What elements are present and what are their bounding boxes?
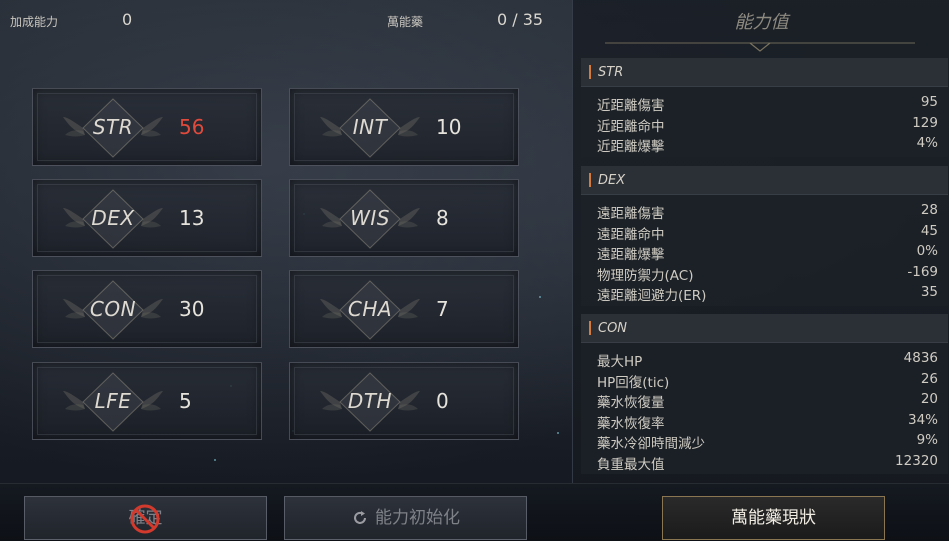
particle [557, 432, 559, 434]
stat-card-cha[interactable]: CHA 7 [289, 270, 519, 348]
stat-name: DTH [347, 389, 393, 413]
stat-card-dex[interactable]: DEX 13 [32, 179, 262, 257]
stat-detail-label: 近距離爆擊 [597, 139, 665, 155]
stat-detail-row: 遠距離爆擊 0% [581, 241, 948, 263]
stat-detail-label: 藥水冷卻時間減少 [597, 436, 705, 452]
stat-detail-label: 近距離傷害 [597, 98, 665, 114]
stat-name: INT [352, 115, 388, 139]
elixir-status-label: 萬能藥現狀 [731, 508, 816, 528]
section-header: CON [581, 314, 948, 343]
stat-detail-row: 遠距離命中 45 [581, 221, 948, 243]
stat-detail-label: 遠距離迴避力(ER) [597, 288, 707, 304]
bonus-stat-label: 加成能力 [10, 15, 59, 29]
stat-detail-label: 物理防禦力(AC) [597, 267, 694, 284]
section-title: STR [598, 65, 624, 80]
stat-detail-value: 95 [920, 94, 938, 110]
accent-bar [589, 173, 591, 187]
particle [214, 459, 216, 461]
bonus-stat-value: 0 [122, 10, 133, 29]
stat-card-int[interactable]: INT 10 [289, 88, 519, 166]
stat-detail-row: 物理防禦力(AC) -169 [581, 262, 948, 284]
stat-detail-label: 最大HP [597, 354, 643, 370]
refresh-icon [354, 511, 366, 524]
stat-detail-value: 35 [920, 284, 938, 300]
stat-detail-row: 近距離爆擊 4% [581, 133, 948, 155]
stat-detail-label: 負重最大值 [597, 456, 665, 473]
stat-detail-label: 遠距離命中 [597, 226, 665, 243]
section-header: DEX [581, 166, 948, 195]
stat-value: 5 [179, 389, 192, 413]
section-str: STR 近距離傷害 95 近距離命中 129 近距離爆擊 4% [581, 58, 948, 157]
stat-detail-value: 45 [920, 222, 938, 239]
stat-detail-row: 藥水恢復率 34% [581, 410, 948, 432]
stat-name: CHA [347, 297, 393, 321]
stat-detail-label: 藥水恢復量 [597, 395, 665, 411]
stat-detail-row: 近距離命中 129 [581, 113, 948, 135]
stat-detail-label: HP回復(tic) [597, 374, 670, 391]
stat-card-str[interactable]: STR 56 [32, 88, 262, 166]
prohibited-icon [130, 504, 160, 534]
stat-name: DEX [91, 206, 135, 230]
stat-detail-row: 近距離傷害 95 [581, 92, 948, 114]
stat-name: LFE [94, 389, 132, 413]
stat-detail-value: 34% [907, 411, 938, 428]
stat-detail-value: 26 [920, 370, 938, 387]
panel-title: 能力值 [734, 12, 789, 33]
stat-value: 13 [179, 206, 205, 230]
stat-name: STR [92, 115, 134, 139]
stat-detail-label: 藥水恢復率 [597, 415, 665, 432]
stat-detail-value: 0% [916, 243, 938, 259]
stat-detail-value: 9% [916, 432, 938, 448]
stat-detail-row: 遠距離傷害 28 [581, 200, 948, 222]
stat-value: 56 [179, 115, 205, 139]
stat-detail-label: 遠距離爆擊 [597, 247, 665, 263]
stat-detail-value: 28 [920, 202, 938, 218]
stat-card-con[interactable]: CON 30 [32, 270, 262, 348]
elixir-status-button[interactable]: 萬能藥現狀 [662, 496, 885, 540]
section-dex: DEX 遠距離傷害 28 遠距離命中 45 遠距離爆擊 0% 物理防禦力(AC) -169 遠距離… [581, 166, 948, 306]
reset-stats-button[interactable]: 能力初始化 [284, 496, 527, 540]
top-bar: 加成能力 0 萬能藥 0 / 35 [0, 0, 572, 40]
stat-value: 30 [179, 297, 205, 321]
stat-detail-value: 4836 [903, 350, 938, 366]
stat-detail-row: 負重最大值 12320 [581, 451, 948, 473]
reset-stats-label: 能力初始化 [375, 508, 460, 528]
confirm-button[interactable]: 確定 [24, 496, 267, 540]
section-title: CON [598, 321, 628, 336]
section-con: CON 最大HP 4836 HP回復(tic) 26 藥水恢復量 20 藥水恢復率 34% 藥水冷… [581, 314, 948, 474]
particle [539, 296, 541, 298]
stat-name: WIS [350, 206, 390, 230]
stat-value: 8 [436, 206, 449, 230]
accent-bar [589, 321, 591, 335]
stat-card-wis[interactable]: WIS 8 [289, 179, 519, 257]
stat-detail-row: 遠距離迴避力(ER) 35 [581, 282, 948, 304]
stat-detail-label: 遠距離傷害 [597, 206, 665, 222]
section-header: STR [581, 58, 948, 87]
stat-detail-value: 129 [912, 114, 938, 131]
stat-value: 7 [436, 297, 449, 321]
stat-detail-value: 4% [916, 135, 938, 151]
section-title: DEX [598, 173, 626, 188]
stat-detail-value: -169 [907, 263, 938, 280]
stat-name: CON [89, 297, 137, 321]
accent-bar [589, 65, 591, 79]
stat-value: 0 [436, 389, 449, 413]
stat-value: 10 [436, 115, 462, 139]
elixir-label: 萬能藥 [387, 15, 424, 29]
stat-detail-row: 藥水恢復量 20 [581, 389, 948, 411]
stat-card-dth[interactable]: DTH 0 [289, 362, 519, 440]
stat-detail-label: 近距離命中 [597, 118, 665, 135]
elixir-count: 0 / 35 [497, 10, 544, 29]
stat-detail-value: 20 [920, 391, 938, 407]
stat-detail-row: 藥水冷卻時間減少 9% [581, 430, 948, 452]
stat-detail-row: 最大HP 4836 [581, 348, 948, 370]
stat-card-lfe[interactable]: LFE 5 [32, 362, 262, 440]
title-divider-ornament [605, 42, 915, 52]
stat-detail-value: 12320 [895, 452, 938, 469]
stat-detail-row: HP回復(tic) 26 [581, 369, 948, 391]
